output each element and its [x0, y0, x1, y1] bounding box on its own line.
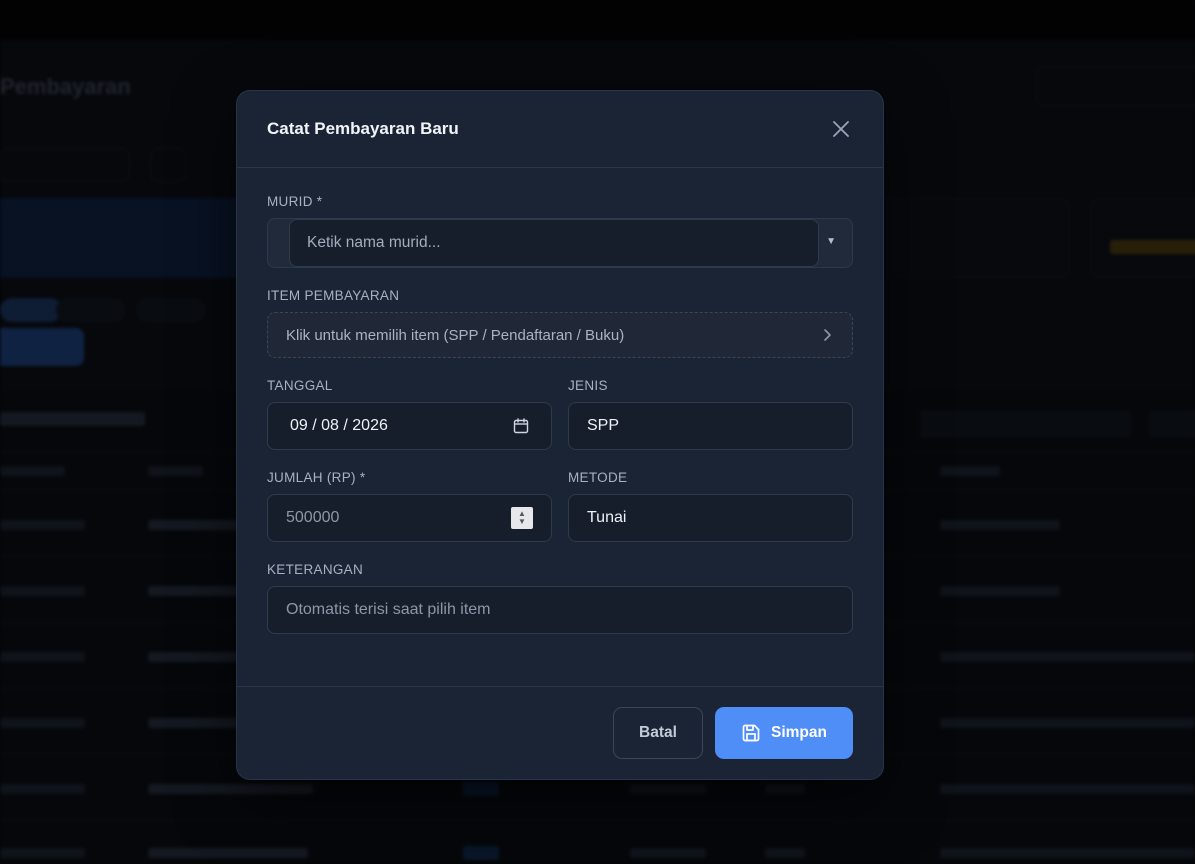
- method-label: METODE: [568, 470, 628, 485]
- modal-body: MURID * Ketik nama murid... ▼ ITEM PEMBA…: [237, 168, 883, 634]
- date-field-group: TANGGAL 09 / 08 / 2026: [267, 378, 552, 450]
- payment-item-label: ITEM PEMBAYARAN: [267, 288, 400, 303]
- note-placeholder: Otomatis terisi saat pilih item: [286, 601, 491, 618]
- calendar-icon[interactable]: [513, 418, 529, 434]
- type-value: SPP: [587, 417, 620, 434]
- note-field-group: KETERANGAN Otomatis terisi saat pilih it…: [267, 562, 853, 634]
- save-button-label: Simpan: [771, 724, 827, 741]
- type-input[interactable]: SPP: [568, 402, 853, 450]
- chevron-right-icon: [824, 329, 831, 341]
- student-label: MURID *: [267, 194, 323, 209]
- payment-item-picker[interactable]: Klik untuk memilih item (SPP / Pendaftar…: [267, 312, 853, 358]
- note-label: KETERANGAN: [267, 562, 364, 577]
- student-placeholder: Ketik nama murid...: [307, 234, 441, 251]
- note-input[interactable]: Otomatis terisi saat pilih item: [267, 586, 853, 634]
- cancel-button[interactable]: Batal: [613, 707, 703, 759]
- modal-footer: Batal Simpan: [237, 686, 883, 779]
- payment-item-placeholder: Klik untuk memilih item (SPP / Pendaftar…: [286, 326, 625, 344]
- method-field-group: METODE Tunai: [568, 470, 853, 542]
- date-value: 09 / 08 / 2026: [290, 417, 388, 434]
- dropdown-arrow-icon[interactable]: ▼: [826, 236, 836, 247]
- save-icon: [742, 724, 760, 742]
- date-label: TANGGAL: [267, 378, 333, 393]
- method-input[interactable]: Tunai: [568, 494, 853, 542]
- payment-item-field-group: ITEM PEMBAYARAN Klik untuk memilih item …: [267, 288, 853, 358]
- amount-placeholder: 500000: [286, 509, 340, 526]
- type-label: JENIS: [568, 378, 608, 393]
- amount-input[interactable]: 500000 ▲ ▼: [267, 494, 552, 542]
- amount-stepper[interactable]: ▲ ▼: [511, 507, 533, 529]
- close-icon: [833, 121, 849, 137]
- modal-header: Catat Pembayaran Baru: [237, 91, 883, 168]
- student-combobox[interactable]: Ketik nama murid... ▼: [267, 218, 853, 268]
- close-button[interactable]: [829, 117, 853, 141]
- modal-title: Catat Pembayaran Baru: [267, 119, 459, 138]
- save-button[interactable]: Simpan: [715, 707, 853, 759]
- stepper-down-icon[interactable]: ▼: [518, 518, 526, 526]
- date-input[interactable]: 09 / 08 / 2026: [267, 402, 552, 450]
- amount-label: JUMLAH (RP) *: [267, 470, 366, 485]
- student-search-input[interactable]: Ketik nama murid...: [289, 219, 819, 267]
- amount-field-group: JUMLAH (RP) * 500000 ▲ ▼: [267, 470, 552, 542]
- amount-method-row: JUMLAH (RP) * 500000 ▲ ▼ METODE Tunai: [267, 470, 853, 542]
- student-field-group: MURID * Ketik nama murid... ▼: [267, 194, 853, 268]
- method-value: Tunai: [587, 509, 627, 526]
- date-type-row: TANGGAL 09 / 08 / 2026 JENIS SPP: [267, 378, 853, 450]
- type-field-group: JENIS SPP: [568, 378, 853, 450]
- payment-modal: Catat Pembayaran Baru MURID * Ketik nama…: [236, 90, 884, 780]
